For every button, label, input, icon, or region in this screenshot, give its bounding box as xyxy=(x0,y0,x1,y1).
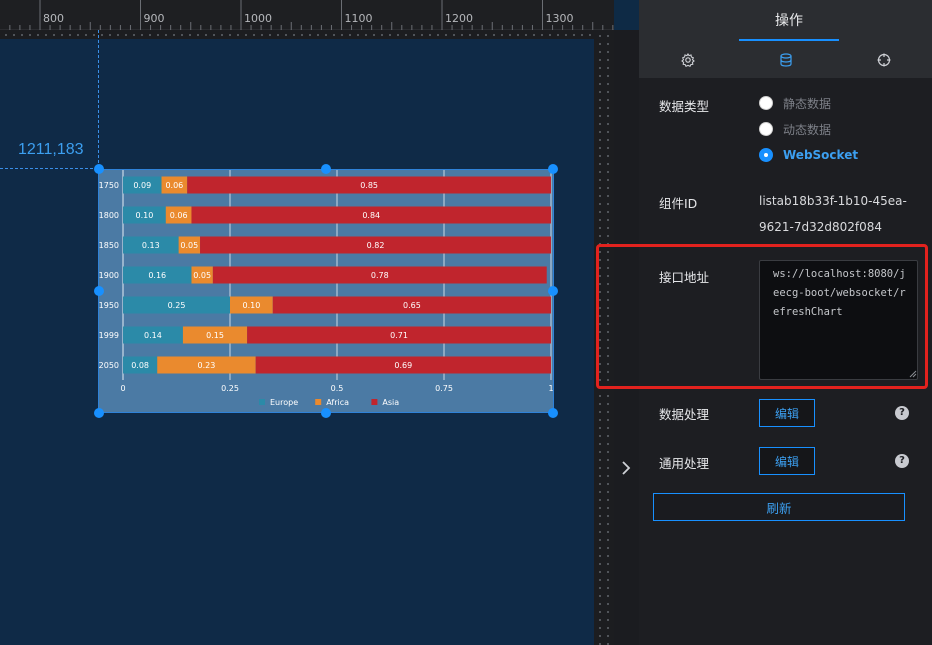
ruler-label: 1000 xyxy=(244,12,272,25)
data-processing-edit-button[interactable]: 编辑 xyxy=(759,399,815,427)
ruler-label: 1100 xyxy=(345,12,373,25)
active-tab-indicator xyxy=(739,39,839,41)
resize-handle-top-left[interactable] xyxy=(94,164,104,174)
y-tick-label: 1850 xyxy=(99,241,119,250)
data-label: 0.16 xyxy=(148,271,166,280)
panel-title[interactable]: 操作 xyxy=(739,0,839,42)
x-tick-label: 0.5 xyxy=(331,384,344,393)
radio-label: 静态数据 xyxy=(783,96,832,111)
refresh-button[interactable]: 刷新 xyxy=(653,493,905,521)
properties-panel: 操作 数据类型 静态数据 动态数据 WebSocket 组件ID listab1… xyxy=(596,0,932,645)
radio-label: 动态数据 xyxy=(783,122,832,137)
x-tick-label: 0 xyxy=(120,384,125,393)
y-tick-label: 1900 xyxy=(99,271,119,280)
panel-tabs xyxy=(639,42,932,78)
data-label: 0.15 xyxy=(206,331,224,340)
general-processing-edit-button[interactable]: 编辑 xyxy=(759,447,815,475)
data-label: 0.82 xyxy=(367,241,385,250)
y-tick-label: 1800 xyxy=(99,211,119,220)
ruler-label: 1200 xyxy=(445,12,473,25)
data-label: 0.09 xyxy=(133,181,151,190)
legend-label: Europe xyxy=(270,398,298,407)
data-label: 0.25 xyxy=(168,301,186,310)
component-id-value: listab18b33f-1b10-45ea-9621-7d32d802f084 xyxy=(759,194,907,234)
resize-handle-right[interactable] xyxy=(548,286,558,296)
resize-handle-bottom[interactable] xyxy=(321,408,331,418)
vertical-guide-line xyxy=(98,30,99,168)
y-tick-label: 1750 xyxy=(99,181,119,190)
data-processing-label: 数据处理 xyxy=(659,407,710,422)
general-processing-label: 通用处理 xyxy=(659,456,710,471)
resize-handle-bottom-left[interactable] xyxy=(94,408,104,418)
legend-label: Asia xyxy=(382,398,399,407)
data-label: 0.14 xyxy=(144,331,162,340)
data-label: 0.08 xyxy=(131,361,149,370)
chevron-right-icon[interactable] xyxy=(620,460,632,479)
data-label: 0.23 xyxy=(198,361,216,370)
radio-circle[interactable] xyxy=(759,96,773,110)
ruler-label: 1300 xyxy=(546,12,574,25)
crosshair-icon xyxy=(877,53,891,67)
data-label: 0.78 xyxy=(371,271,389,280)
resize-handle-top-right[interactable] xyxy=(548,164,558,174)
panel-header: 操作 xyxy=(639,0,932,42)
data-label: 0.84 xyxy=(362,211,380,220)
x-tick-label: 1 xyxy=(548,384,553,393)
tab-interaction[interactable] xyxy=(835,42,932,78)
data-label: 0.05 xyxy=(180,241,198,250)
data-label: 0.85 xyxy=(360,181,378,190)
legend-label: Africa xyxy=(326,398,349,407)
tab-settings[interactable] xyxy=(639,42,736,78)
legend-swatch[interactable] xyxy=(315,399,322,405)
ruler-label: 900 xyxy=(144,12,165,25)
y-tick-label: 1950 xyxy=(99,301,119,310)
component-id-label: 组件ID xyxy=(659,196,698,211)
radio-dynamic-data[interactable]: 动态数据 xyxy=(759,119,831,139)
legend-swatch[interactable] xyxy=(259,399,265,405)
horizontal-ruler: 800 900 1000 1100 1200 1300 xyxy=(0,0,614,30)
y-tick-label: 2050 xyxy=(99,361,119,370)
help-icon[interactable]: ? xyxy=(895,454,909,468)
websocket-url-input[interactable]: ws://localhost:8080/jeecg-boot/websocket… xyxy=(759,260,918,380)
stacked-bar-chart: 1750 0.09 0.06 0.85 1800 0.10 0.06 0.84 1850 0.13… xyxy=(99,170,554,407)
y-tick-label: 1999 xyxy=(99,331,119,340)
data-label: 0.13 xyxy=(142,241,160,250)
x-tick-label: 0.75 xyxy=(435,384,453,393)
tab-data[interactable] xyxy=(737,42,834,78)
data-label: 0.71 xyxy=(390,331,408,340)
radio-circle[interactable] xyxy=(759,122,773,136)
data-label: 0.06 xyxy=(170,211,188,220)
horizontal-guide-line xyxy=(0,168,98,169)
coordinate-readout: 1211,183 xyxy=(18,141,84,158)
data-label: 0.65 xyxy=(403,301,421,310)
data-label: 0.05 xyxy=(193,271,211,280)
x-tick-label: 0.25 xyxy=(221,384,239,393)
resize-handle-top[interactable] xyxy=(321,164,331,174)
chart-component[interactable]: 1750 0.09 0.06 0.85 1800 0.10 0.06 0.84 1850 0.13… xyxy=(98,169,554,413)
data-label: 0.10 xyxy=(135,211,153,220)
database-icon xyxy=(779,53,793,67)
gear-icon xyxy=(680,53,695,67)
legend-swatch[interactable] xyxy=(371,399,378,405)
data-label: 0.10 xyxy=(242,301,260,310)
radio-websocket[interactable]: WebSocket xyxy=(759,145,858,165)
data-label: 0.06 xyxy=(165,181,183,190)
endpoint-label: 接口地址 xyxy=(659,270,710,285)
radio-circle-selected[interactable] xyxy=(759,148,773,162)
resize-handle-left[interactable] xyxy=(94,286,104,296)
editor-app: 800 900 1000 1100 1200 1300 1211,183 1750 0.09… xyxy=(0,0,932,645)
data-label: 0.69 xyxy=(394,361,412,370)
help-icon[interactable]: ? xyxy=(895,406,909,420)
data-type-label: 数据类型 xyxy=(659,99,710,114)
resize-handle-bottom-right[interactable] xyxy=(548,408,558,418)
ruler-label: 800 xyxy=(43,12,64,25)
textarea-resize-icon[interactable] xyxy=(909,370,917,378)
canvas-grid-dots xyxy=(0,30,594,39)
radio-label: WebSocket xyxy=(783,148,859,162)
radio-static-data[interactable]: 静态数据 xyxy=(759,93,831,113)
ruler-ticks: 800 900 1000 1100 1200 1300 xyxy=(9,0,614,30)
